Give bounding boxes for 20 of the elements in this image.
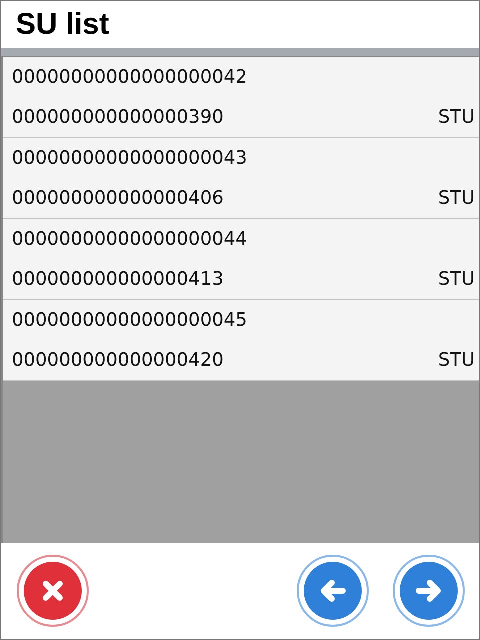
su-number: 00000000000000000045 [12, 310, 248, 330]
type-code: STU [438, 350, 475, 370]
su-number: 00000000000000000043 [12, 148, 248, 168]
arrow-left-icon [304, 562, 362, 620]
arrow-right-icon [400, 562, 458, 620]
window-title: SU list [16, 8, 110, 42]
list-item[interactable]: 00000000000000000045 000000000000000420 STU [3, 300, 479, 381]
list-item[interactable]: 00000000000000000044 000000000000000413 STU [3, 219, 479, 300]
item-number: 000000000000000390 [12, 106, 224, 128]
type-code: STU [438, 188, 475, 208]
item-number: 000000000000000406 [12, 188, 224, 208]
list-item[interactable]: 00000000000000000042 000000000000000390 STU [3, 57, 479, 138]
su-number: 00000000000000000042 [12, 66, 248, 88]
close-icon [24, 562, 82, 620]
list-item[interactable]: 00000000000000000043 000000000000000406 STU [3, 138, 479, 219]
item-number: 000000000000000413 [12, 268, 224, 290]
type-code: STU [438, 106, 475, 128]
item-number: 000000000000000420 [12, 350, 224, 370]
su-number: 00000000000000000044 [12, 228, 248, 250]
type-code: STU [438, 268, 475, 290]
